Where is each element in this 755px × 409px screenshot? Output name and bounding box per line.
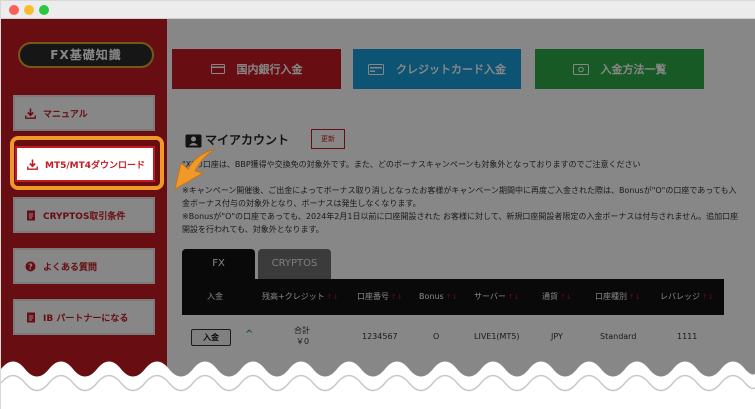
expand-row-icon[interactable]: ^ — [245, 329, 253, 340]
page-viewport: FX基礎知識 マニュアル CRYPTOS取引条件 ? よくある質問 IB パート… — [1, 19, 755, 379]
column-header-deposit: 入金 — [207, 292, 223, 301]
column-header-currency[interactable]: 通貨 ↑↓ — [542, 279, 572, 315]
document-icon — [25, 210, 36, 221]
sort-icon: ↑↓ — [391, 293, 403, 301]
balance-value: ￥0 — [296, 337, 310, 346]
question-icon: ? — [25, 261, 36, 272]
column-header-label: 通貨 — [542, 292, 558, 301]
deposit-methods-label: 入金方法一覧 — [600, 63, 667, 76]
sort-icon: ↑↓ — [507, 293, 520, 301]
highlight-ring — [10, 136, 164, 190]
notice-text: ※キャンペーン開催後、ご出金によってボーナス取り消しとなったお客様がキャンペーン… — [182, 186, 737, 208]
sort-icon: ↑↓ — [326, 293, 339, 301]
sidebar-item-label: CRYPTOS取引条件 — [43, 211, 126, 222]
table-header: 入金 残高+クレジット ↑↓ 口座番号 ↑↓ Bonus ↑↓ サーバー ↑↓ 通貨 ↑↓… — [182, 279, 724, 315]
sort-icon: ↑↓ — [560, 293, 572, 301]
column-header-label: レバレッジ — [660, 292, 700, 301]
tab-fx[interactable]: FX — [182, 249, 255, 279]
account-number: 1234567 — [362, 332, 398, 341]
table-row: 入金 ^ 合計 ￥0 1234567 O LIVE1(MT5) JPY Stan… — [182, 315, 724, 359]
close-window-button[interactable] — [9, 5, 19, 15]
sidebar: FX基礎知識 マニュアル CRYPTOS取引条件 ? よくある質問 IB パート… — [1, 19, 167, 379]
window-titlebar — [1, 1, 755, 19]
deposit-methods-button[interactable]: 入金方法一覧 — [535, 49, 704, 89]
credit-card-icon — [368, 63, 384, 75]
notice-text: "X"の口座は、BBP獲得や交換免の対象外です。また、どのボーナスキャンペーンも… — [182, 160, 641, 169]
card-icon — [210, 64, 225, 74]
pointer-arrow-icon — [174, 148, 216, 191]
browser-window: FX基礎知識 マニュアル CRYPTOS取引条件 ? よくある質問 IB パート… — [0, 0, 755, 409]
column-header-leverage[interactable]: レバレッジ ↑↓ — [660, 279, 714, 315]
maximize-window-button[interactable] — [39, 5, 49, 15]
leverage-value: 1111 — [677, 332, 698, 341]
server-value: LIVE1(MT5) — [474, 332, 520, 341]
sidebar-item-ib-partner[interactable]: IB パートナーになる — [13, 299, 155, 335]
tab-cryptos[interactable]: CRYPTOS — [258, 249, 331, 279]
torn-edge-divider — [1, 361, 755, 409]
account-title: マイアカウント — [205, 133, 290, 147]
sidebar-item-label: マニュアル — [43, 109, 88, 120]
column-header-balance[interactable]: 残高+クレジット ↑↓ — [262, 279, 338, 315]
sidebar-item-label: よくある質問 — [43, 262, 98, 273]
column-header-label: Bonus — [419, 292, 444, 301]
minimize-window-button[interactable] — [24, 5, 34, 15]
column-header-server[interactable]: サーバー ↑↓ — [474, 279, 520, 315]
sidebar-item-faq[interactable]: ? よくある質問 — [13, 248, 155, 284]
renew-button[interactable]: 更新 — [311, 129, 345, 149]
svg-text:?: ? — [28, 262, 33, 271]
account-type-value: Standard — [600, 332, 637, 341]
sidebar-item-cryptos-conditions[interactable]: CRYPTOS取引条件 — [13, 197, 155, 233]
row-deposit-button[interactable]: 入金 — [191, 329, 231, 346]
sidebar-item-label: IB パートナーになる — [43, 313, 129, 324]
sort-icon: ↑↓ — [629, 293, 641, 301]
balance-label: 合計 — [294, 326, 310, 335]
column-header-account-number[interactable]: 口座番号 ↑↓ — [357, 279, 403, 315]
credit-card-deposit-label: クレジットカード入金 — [396, 63, 506, 76]
bonus-value: O — [433, 332, 440, 341]
column-header-label: サーバー — [474, 292, 506, 301]
download-icon — [25, 108, 36, 119]
column-header-label: 口座番号 — [357, 292, 389, 301]
main-content: 国内銀行入金 クレジットカード入金 入金方法一覧 マイアカウント 更新 "X"の… — [167, 19, 755, 379]
bank-deposit-button[interactable]: 国内銀行入金 — [172, 49, 341, 89]
column-header-label: 残高+クレジット — [262, 292, 325, 301]
credit-card-deposit-button[interactable]: クレジットカード入金 — [353, 49, 521, 89]
document-icon — [25, 312, 36, 323]
bank-deposit-label: 国内銀行入金 — [236, 63, 303, 76]
column-header-label: 口座種別 — [595, 292, 627, 301]
sort-icon: ↑↓ — [702, 293, 714, 301]
sidebar-item-manual[interactable]: マニュアル — [13, 95, 155, 131]
sort-icon: ↑↓ — [445, 293, 458, 301]
account-icon — [185, 133, 202, 148]
notice-text: ※Bonusが"O"の口座であっても、2024年2月1日以前に口座開設された お… — [182, 212, 739, 234]
money-icon — [572, 63, 589, 75]
column-header-bonus[interactable]: Bonus ↑↓ — [419, 279, 457, 315]
fx-basics-button[interactable]: FX基礎知識 — [18, 42, 154, 68]
column-header-account-type[interactable]: 口座種別 ↑↓ — [595, 279, 641, 315]
currency-value: JPY — [551, 332, 563, 341]
